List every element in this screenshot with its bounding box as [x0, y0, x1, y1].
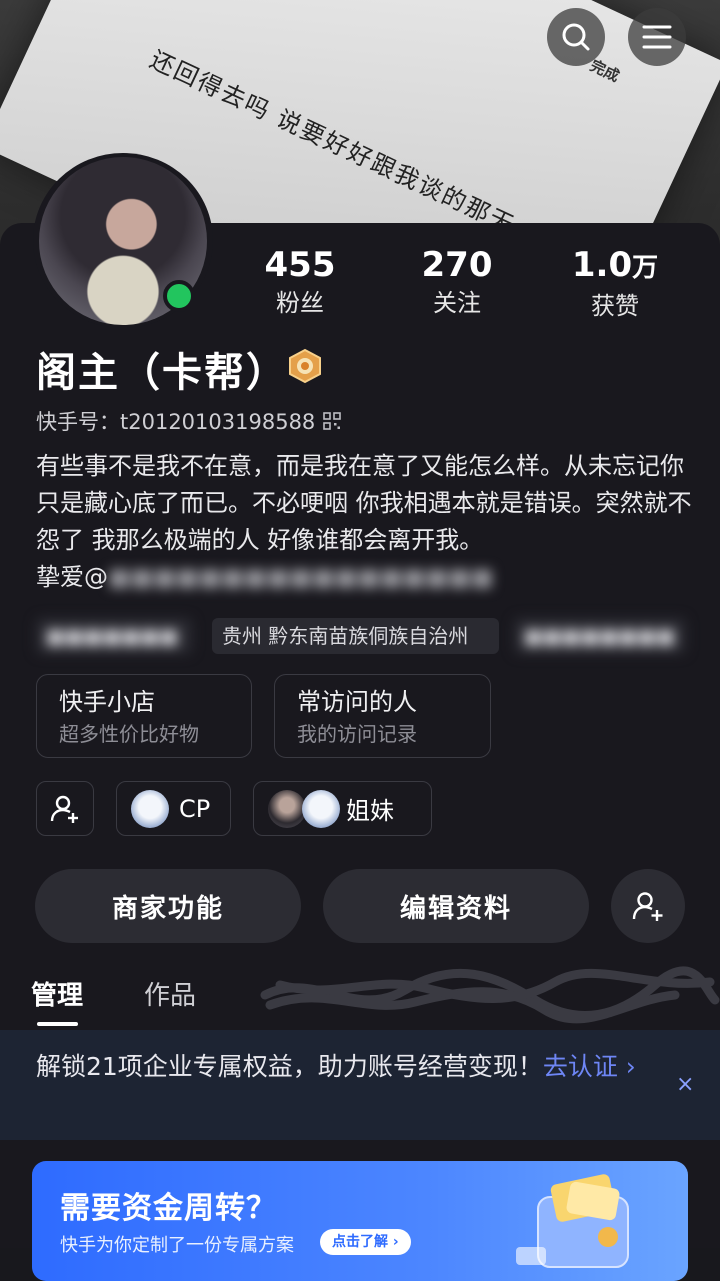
- sister-avatar-2: [302, 789, 340, 828]
- sister-avatar-1: [268, 789, 306, 828]
- stat-following[interactable]: 270 关注: [392, 243, 522, 319]
- stat-likes[interactable]: 1.0万 获赞: [550, 243, 680, 322]
- verification-banner-text: 解锁21项企业专属权益，助力账号经营变现！去认证 ›: [36, 1047, 656, 1086]
- online-status-dot: [163, 280, 195, 312]
- chip-cp[interactable]: CP: [116, 781, 231, 836]
- card-visitors-subtitle: 我的访问记录: [297, 722, 417, 746]
- menu-icon: [642, 25, 672, 49]
- finance-learn-more-button[interactable]: 点击了解 ›: [320, 1229, 411, 1255]
- level-badge-icon[interactable]: [286, 348, 324, 384]
- banner-close-icon[interactable]: ×: [676, 1072, 694, 1097]
- card-frequent-visitors[interactable]: 常访问的人 我的访问记录: [274, 674, 491, 758]
- cp-avatar: [131, 789, 169, 828]
- tag-location: 贵州 黔东南苗族侗族自治州: [212, 618, 499, 654]
- chip-cp-label: CP: [179, 794, 211, 823]
- chip-sister[interactable]: 姐妹: [253, 781, 432, 836]
- edit-profile-button[interactable]: 编辑资料: [323, 869, 589, 943]
- card-store-title: 快手小店: [59, 688, 155, 716]
- search-icon: [562, 23, 590, 51]
- stat-likes-number: 1.0万: [571, 245, 659, 285]
- kuaishou-id-row[interactable]: 快手号：t20120103198588: [36, 406, 342, 436]
- tag-blurred-right: ■■■■■■■■: [514, 618, 686, 654]
- card-store-subtitle: 超多性价比好物: [59, 722, 199, 746]
- qrcode-icon[interactable]: [323, 412, 342, 430]
- wallet-illustration-icon: [516, 1174, 629, 1268]
- finance-subtitle: 快手为你定制了一份专属方案: [60, 1235, 294, 1256]
- finance-promo-card[interactable]: 需要资金周转？ 快手为你定制了一份专属方案 点击了解 ›: [32, 1161, 688, 1281]
- stat-following-label: 关注: [433, 289, 481, 317]
- bio-mention-blurred: ■■■■■■■■■■■■■■■■■: [108, 563, 494, 591]
- chip-sister-label: 姐妹: [346, 797, 394, 825]
- add-friend-icon: [632, 892, 663, 921]
- card-kuaishou-store[interactable]: 快手小店 超多性价比好物: [36, 674, 252, 758]
- profile-bio: 有些事不是我不在意，而是我在意了又能怎么样。从未忘记你 只是藏心底了而已。不必哽…: [36, 448, 696, 596]
- profile-name: 阁主（卡帮）: [36, 350, 288, 396]
- stat-following-number: 270: [421, 245, 493, 285]
- tag-blurred-left: ■■■■■■■: [36, 618, 192, 654]
- card-visitors-title: 常访问的人: [297, 688, 417, 716]
- banner-message: 解锁21项企业专属权益，助力账号经营变现！: [36, 1052, 543, 1081]
- stat-fans-label: 粉丝: [276, 289, 324, 317]
- add-friend-button[interactable]: [611, 869, 685, 943]
- stat-fans[interactable]: 455 粉丝: [235, 243, 365, 319]
- search-button[interactable]: [547, 8, 605, 66]
- merchant-features-button[interactable]: 商家功能: [35, 869, 301, 943]
- kuaishou-id: 快手号：t20120103198588: [36, 410, 316, 434]
- redaction-scribble: [260, 966, 720, 1024]
- add-relation-button[interactable]: [36, 781, 94, 836]
- tab-manage[interactable]: 管理: [31, 975, 83, 1012]
- banner-verify-link[interactable]: 去认证 ›: [543, 1052, 636, 1081]
- menu-button[interactable]: [628, 8, 686, 66]
- finance-title: 需要资金周转？: [60, 1191, 277, 1226]
- bio-text: 有些事不是我不在意，而是我在意了又能怎么样。从未忘记你 只是藏心底了而已。不必哽…: [36, 452, 692, 554]
- tab-active-indicator: [37, 1022, 78, 1026]
- stat-fans-number: 455: [264, 245, 336, 285]
- bio-mention[interactable]: 挚爱@: [36, 563, 108, 591]
- tab-works[interactable]: 作品: [144, 975, 196, 1012]
- add-friend-icon: [50, 795, 78, 823]
- stat-likes-label: 获赞: [591, 292, 639, 320]
